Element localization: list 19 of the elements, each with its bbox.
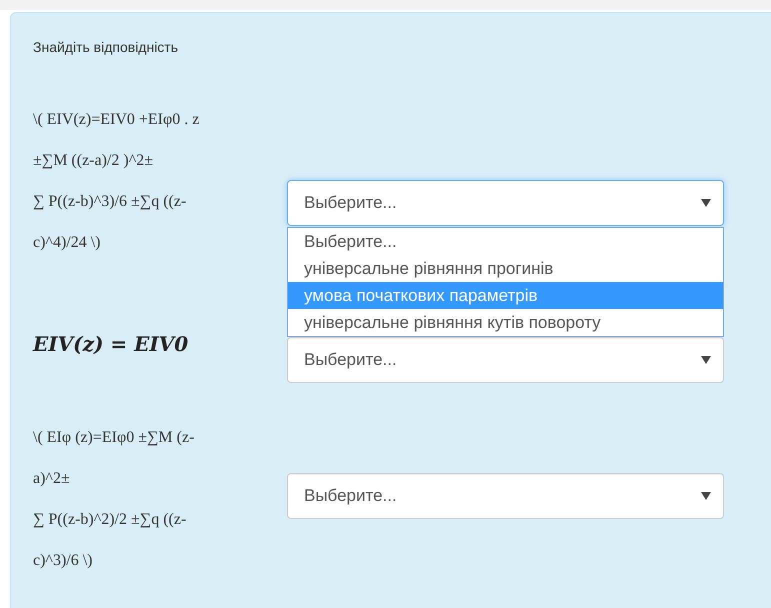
dropdown-select[interactable]: Выберите... bbox=[287, 180, 724, 226]
formula-line: c)^3)/6 \) bbox=[33, 551, 94, 571]
formula-line: ∑ P((z-b)^3)/6 ±∑q ((z- bbox=[33, 192, 188, 212]
formula-line: a)^2± bbox=[33, 469, 71, 489]
formula-line: \( EIφ (z)=EIφ0 ±∑M (z- bbox=[33, 428, 196, 448]
caret-icon bbox=[701, 492, 711, 500]
dropdown-option[interactable]: універсальне рівняння кутів повороту bbox=[288, 309, 723, 336]
formula-line: \( EIV(z)=EIV0 +EIφ0 . z bbox=[33, 110, 200, 130]
math-formula: EIV(z) = EIV0 bbox=[33, 331, 190, 358]
dropdown-select[interactable]: Выберите... bbox=[287, 337, 724, 383]
caret-icon bbox=[701, 356, 711, 364]
caret-icon bbox=[701, 199, 711, 207]
dropdown-option[interactable]: Выберите... bbox=[288, 228, 723, 255]
formula-line: ∑ P((z-b)^2)/2 ±∑q ((z- bbox=[33, 510, 188, 530]
dropdown-option[interactable]: універсальне рівняння прогинів bbox=[288, 255, 723, 282]
dropdown-select[interactable]: Выберите... bbox=[287, 473, 724, 519]
formula-line: c)^4)/24 \) bbox=[33, 233, 102, 253]
formula-line: ±∑M ((z-a)/2 )^2± bbox=[33, 151, 154, 171]
question-title: Знайдіть відповідність bbox=[33, 38, 180, 57]
